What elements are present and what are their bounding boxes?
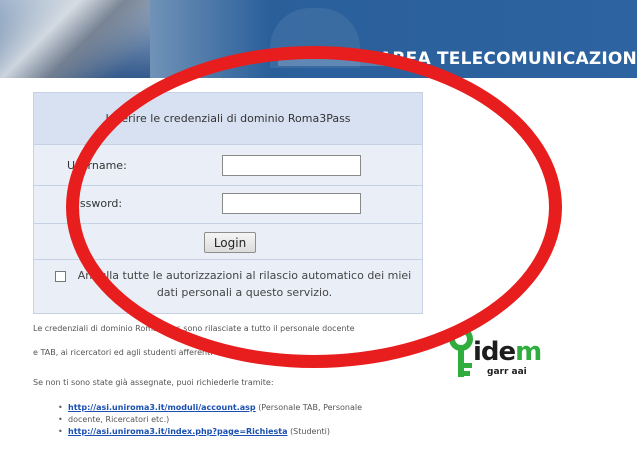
- header-banner: AREA TELECOMUNICAZION: [0, 0, 637, 78]
- request-links-list: http://asi.uniroma3.it/moduli/account.as…: [58, 403, 363, 439]
- banner-photo: [0, 0, 150, 78]
- list-item: http://asi.uniroma3.it/index.php?page=Ri…: [58, 427, 362, 436]
- account-request-desc-cont: docente, Ricercatori etc.): [68, 415, 170, 424]
- key-icon: [449, 327, 473, 377]
- password-row: Password:: [34, 193, 422, 215]
- info-text-line1: Le credenziali di dominio Roma3Pass sono…: [33, 324, 355, 333]
- username-input[interactable]: [222, 155, 361, 176]
- banner-title: AREA TELECOMUNICAZION: [379, 49, 637, 69]
- idem-logo: idem garr aai: [447, 327, 542, 383]
- row-divider: [34, 185, 422, 186]
- student-request-desc: (Studenti): [290, 427, 331, 436]
- revoke-checkbox[interactable]: [55, 271, 66, 282]
- login-panel-header: Inserire le credenziali di dominio Roma3…: [34, 93, 422, 145]
- idem-wordmark: idem: [473, 337, 542, 367]
- info-text-line3: Se non ti sono state già assegnate, puoi…: [33, 378, 274, 387]
- banner-accent: [278, 54, 386, 66]
- list-item: http://asi.uniroma3.it/moduli/account.as…: [58, 403, 363, 412]
- banner-photo-fade: [150, 0, 270, 78]
- idem-word-prefix: ide: [473, 337, 516, 367]
- username-row: Username:: [34, 155, 422, 177]
- list-item-continued: docente, Ricercatori etc.): [58, 415, 362, 424]
- username-label: Username:: [67, 159, 127, 172]
- login-panel: Inserire le credenziali di dominio Roma3…: [33, 92, 423, 314]
- idem-word-suffix: m: [515, 337, 542, 367]
- password-input[interactable]: [222, 193, 361, 214]
- idem-subtitle: garr aai: [487, 367, 527, 377]
- student-request-link[interactable]: http://asi.uniroma3.it/index.php?page=Ri…: [68, 427, 288, 436]
- account-request-link[interactable]: http://asi.uniroma3.it/moduli/account.as…: [68, 403, 256, 412]
- revoke-label: Annulla tutte le autorizzazioni al rilas…: [72, 267, 417, 301]
- row-divider: [34, 223, 422, 224]
- revoke-label-line2: dati personali a questo servizio.: [156, 286, 333, 299]
- login-button[interactable]: Login: [204, 232, 256, 253]
- password-label: Password:: [67, 197, 123, 210]
- row-divider: [34, 259, 422, 260]
- revoke-label-line1: Annulla tutte le autorizzazioni al rilas…: [77, 269, 412, 282]
- account-request-desc: (Personale TAB, Personale: [258, 403, 363, 412]
- info-text-line2: e TAB, ai ricercatori ed agli studenti a…: [33, 348, 258, 357]
